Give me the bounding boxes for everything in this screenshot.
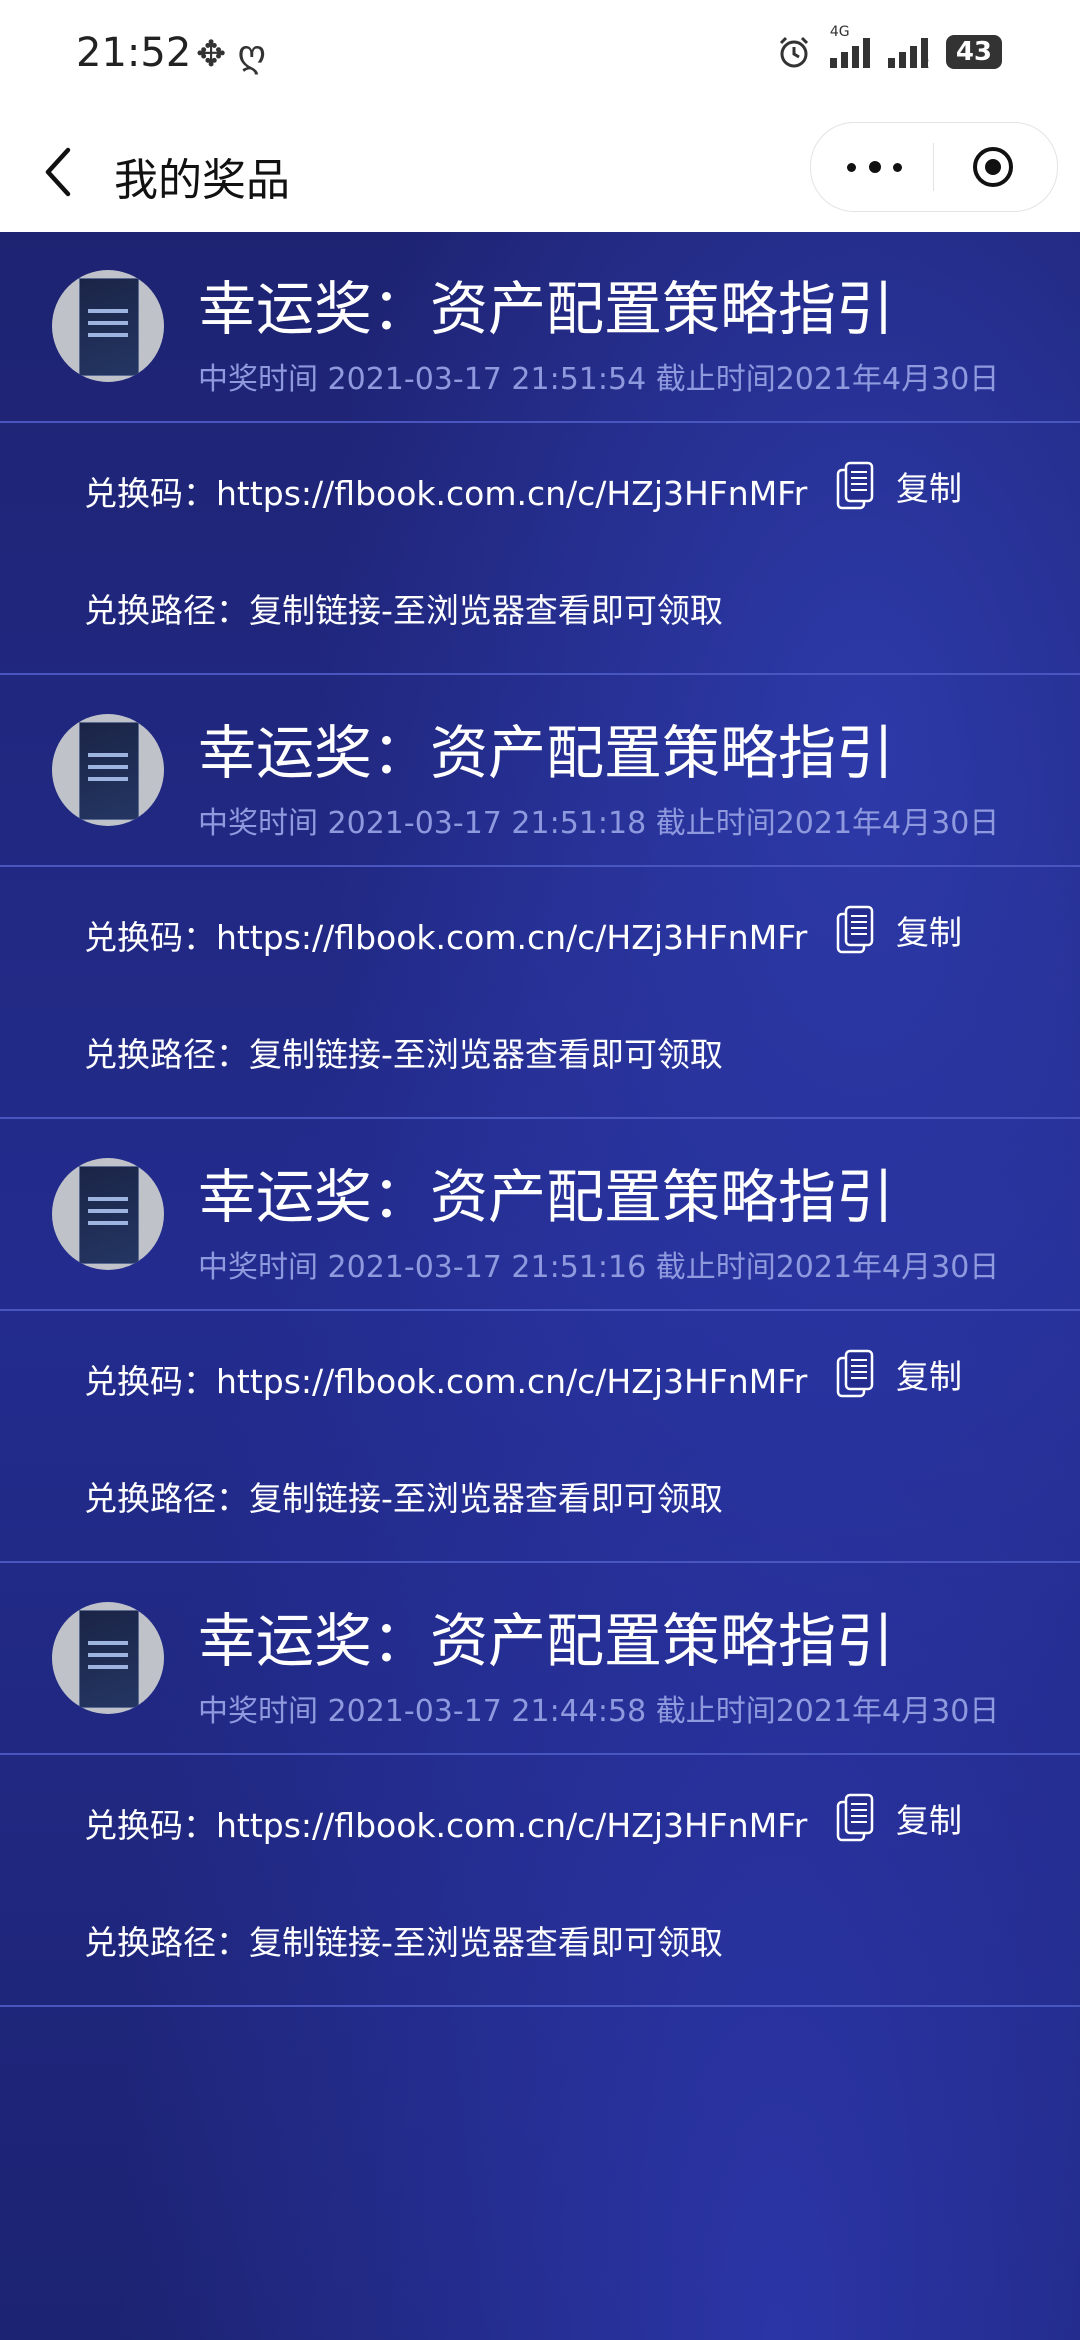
redeem-path: 兑换路径：复制链接-至浏览器查看即可领取 (84, 1923, 723, 1962)
copy-icon (836, 905, 874, 954)
copy-label: 复制 (896, 913, 962, 952)
prize-thumbnail (52, 1602, 164, 1714)
copy-label: 复制 (896, 469, 962, 508)
copy-icon (836, 1349, 874, 1398)
prize-time-info: 中奖时间 2021-03-17 21:51:18 截止时间2021年4月30日 (198, 806, 1000, 841)
prize-card: 幸运奖：资产配置策略指引 中奖时间 2021-03-17 21:51:54 截止… (0, 232, 1080, 675)
prize-time-info: 中奖时间 2021-03-17 21:51:54 截止时间2021年4月30日 (198, 362, 1000, 397)
copy-button[interactable]: 复制 (836, 1790, 962, 1846)
prize-title: 幸运奖：资产配置策略指引 (198, 719, 895, 787)
nav-bar: 我的奖品 (0, 108, 1080, 233)
prize-card: 幸运奖：资产配置策略指引 中奖时间 2021-03-17 21:51:18 截止… (0, 676, 1080, 1119)
divider (0, 865, 1080, 867)
book-cover-icon (79, 1610, 139, 1708)
prize-card: 幸运奖：资产配置策略指引 中奖时间 2021-03-17 21:51:16 截止… (0, 1120, 1080, 1563)
sim2-label: 2 (920, 56, 930, 72)
copy-button[interactable]: 复制 (836, 1346, 962, 1402)
prize-thumbnail (52, 270, 164, 382)
carrier-icons: ✥ ღ (196, 34, 266, 75)
divider (0, 1309, 1080, 1311)
copy-icon (836, 1793, 874, 1842)
copy-button[interactable]: 复制 (836, 902, 962, 958)
copy-icon (836, 461, 874, 510)
china-unicom-icon: ✥ (196, 34, 227, 75)
book-cover-icon (79, 278, 139, 376)
redeem-path: 兑换路径：复制链接-至浏览器查看即可领取 (84, 1035, 723, 1074)
book-cover-icon (79, 722, 139, 820)
prize-title: 幸运奖：资产配置策略指引 (198, 275, 895, 343)
redeem-code: 兑换码：https://flbook.com.cn/c/HZj3HFnMFr (84, 918, 808, 957)
mini-program-capsule (810, 122, 1058, 212)
prize-header: 幸运奖：资产配置策略指引 中奖时间 2021-03-17 21:44:58 截止… (0, 1564, 1080, 1754)
battery-indicator: 43 (945, 35, 1002, 69)
network-label: 4G (829, 24, 850, 40)
signal-sim2-icon: 2 (887, 36, 930, 72)
prize-header: 幸运奖：资产配置策略指引 中奖时间 2021-03-17 21:51:16 截止… (0, 1120, 1080, 1310)
status-time: 21:52 (76, 30, 192, 76)
redeem-code: 兑换码：https://flbook.com.cn/c/HZj3HFnMFr (84, 474, 808, 513)
prize-thumbnail (52, 1158, 164, 1270)
prize-list: 幸运奖：资产配置策略指引 中奖时间 2021-03-17 21:51:54 截止… (0, 232, 1080, 2340)
prize-header: 幸运奖：资产配置策略指引 中奖时间 2021-03-17 21:51:18 截止… (0, 676, 1080, 866)
book-cover-icon (79, 1166, 139, 1264)
divider (0, 1753, 1080, 1755)
redeem-code: 兑换码：https://flbook.com.cn/c/HZj3HFnMFr (84, 1362, 808, 1401)
china-telecom-icon: ღ (237, 34, 266, 75)
divider (0, 1117, 1080, 1119)
back-arrow-icon[interactable] (38, 144, 78, 200)
copy-label: 复制 (896, 1357, 962, 1396)
capsule-divider (933, 143, 934, 191)
divider (0, 1561, 1080, 1563)
alarm-icon (779, 36, 808, 68)
divider (0, 2005, 1080, 2007)
redeem-code: 兑换码：https://flbook.com.cn/c/HZj3HFnMFr (84, 1806, 808, 1845)
copy-button[interactable]: 复制 (836, 458, 962, 514)
prize-title: 幸运奖：资产配置策略指引 (198, 1607, 895, 1675)
divider (0, 421, 1080, 423)
prize-thumbnail (52, 714, 164, 826)
redeem-path: 兑换路径：复制链接-至浏览器查看即可领取 (84, 1479, 723, 1518)
status-right-icons: 4G 2 43 (776, 24, 1002, 72)
prize-title: 幸运奖：资产配置策略指引 (198, 1163, 895, 1231)
prize-header: 幸运奖：资产配置策略指引 中奖时间 2021-03-17 21:51:54 截止… (0, 232, 1080, 422)
copy-label: 复制 (896, 1801, 962, 1840)
prize-time-info: 中奖时间 2021-03-17 21:51:16 截止时间2021年4月30日 (198, 1250, 1000, 1285)
more-options-icon[interactable] (845, 147, 905, 187)
redeem-path: 兑换路径：复制链接-至浏览器查看即可领取 (84, 591, 723, 630)
prize-card: 幸运奖：资产配置策略指引 中奖时间 2021-03-17 21:44:58 截止… (0, 1564, 1080, 2007)
prize-time-info: 中奖时间 2021-03-17 21:44:58 截止时间2021年4月30日 (198, 1694, 1000, 1729)
status-bar: 21:52 ✥ ღ 4G 2 43 (0, 0, 1080, 108)
signal-4g-icon: 4G (829, 24, 870, 68)
close-mini-program-icon[interactable] (973, 147, 1013, 187)
divider (0, 673, 1080, 675)
page-title: 我的奖品 (114, 155, 290, 206)
